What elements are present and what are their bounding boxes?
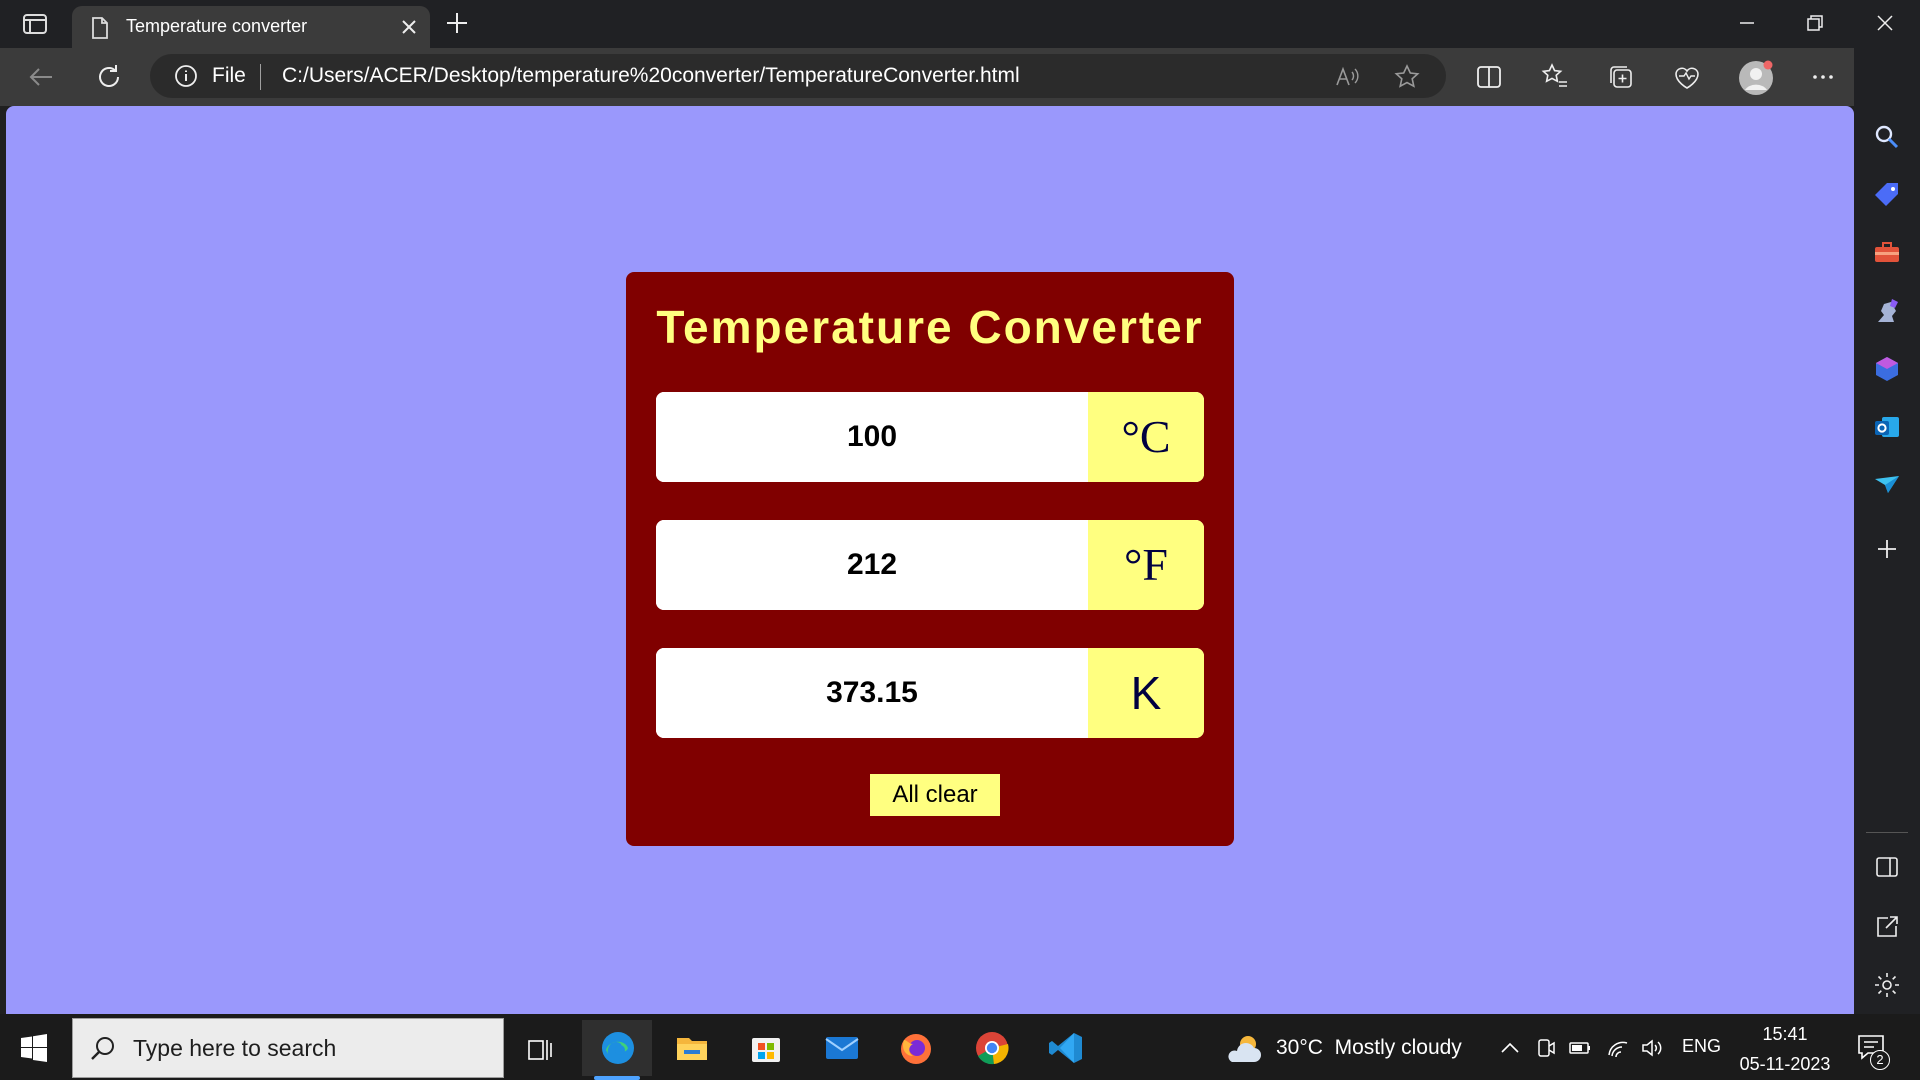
new-tab-icon[interactable] <box>444 10 470 36</box>
edge-sidebar <box>1854 48 1920 1014</box>
converter-panel: Temperature Converter °C °F K All clear <box>626 272 1234 846</box>
collections-icon[interactable] <box>1606 62 1636 92</box>
outlook-icon[interactable] <box>1872 412 1902 442</box>
all-clear-button[interactable]: All clear <box>870 774 1000 816</box>
celsius-input[interactable] <box>656 392 1088 482</box>
tab-actions-icon[interactable] <box>22 12 48 36</box>
search-icon[interactable] <box>1872 122 1902 152</box>
drop-icon[interactable] <box>1872 470 1902 500</box>
hide-sidebar-icon[interactable] <box>1872 852 1902 882</box>
close-tab-icon[interactable] <box>398 16 420 38</box>
clock-date[interactable]: 05-11-2023 <box>1730 1054 1840 1075</box>
close-window-icon[interactable] <box>1872 10 1898 36</box>
firefox-icon <box>901 1034 931 1064</box>
volume-icon[interactable] <box>1640 1036 1664 1060</box>
battery-icon[interactable] <box>1568 1036 1592 1060</box>
page-title: Temperature Converter <box>656 301 1204 353</box>
taskbar-app-microsoft-store[interactable] <box>730 1020 800 1076</box>
microsoft-store-icon <box>752 1038 780 1062</box>
page-file-icon <box>92 17 108 39</box>
weather-widget[interactable]: 30°C Mostly cloudy <box>1224 1032 1474 1066</box>
refresh-icon[interactable] <box>94 62 124 92</box>
split-screen-icon[interactable] <box>1474 62 1504 92</box>
show-hidden-icons-icon[interactable] <box>1498 1036 1522 1060</box>
open-external-icon[interactable] <box>1872 912 1902 942</box>
taskbar-app-firefox[interactable] <box>880 1020 950 1076</box>
celsius-unit-label: °C <box>1088 392 1204 482</box>
browser-essentials-icon[interactable] <box>1672 62 1702 92</box>
shopping-tag-icon[interactable] <box>1872 180 1902 210</box>
celsius-row: °C <box>656 392 1204 482</box>
task-view-icon[interactable] <box>526 1036 554 1064</box>
meet-now-icon[interactable] <box>1534 1036 1558 1060</box>
kelvin-input[interactable] <box>656 648 1088 738</box>
read-aloud-icon[interactable] <box>1334 64 1360 90</box>
address-separator <box>260 64 261 90</box>
address-scheme-label: File <box>212 64 246 87</box>
kelvin-unit-label: K <box>1088 648 1204 738</box>
search-icon <box>91 1037 114 1060</box>
add-favorite-icon[interactable] <box>1394 64 1420 90</box>
kelvin-row: K <box>656 648 1204 738</box>
taskbar-app-mail[interactable] <box>806 1020 876 1076</box>
mail-icon <box>825 1037 859 1059</box>
tools-icon[interactable] <box>1872 238 1902 268</box>
favorites-icon[interactable] <box>1540 62 1570 92</box>
fahrenheit-row: °F <box>656 520 1204 610</box>
microsoft-365-icon[interactable] <box>1872 354 1902 384</box>
file-explorer-icon <box>677 1038 707 1060</box>
address-bar[interactable]: File C:/Users/ACER/Desktop/temperature%2… <box>150 54 1446 98</box>
taskbar-app-file-explorer[interactable] <box>656 1020 726 1076</box>
sidebar-settings-icon[interactable] <box>1872 970 1902 1000</box>
wifi-icon[interactable] <box>1606 1036 1630 1060</box>
settings-more-icon[interactable] <box>1808 62 1838 92</box>
active-app-indicator <box>594 1076 640 1080</box>
address-url[interactable]: C:/Users/ACER/Desktop/temperature%20conv… <box>282 64 1020 88</box>
search-placeholder: Type here to search <box>133 1035 337 1061</box>
site-info-icon[interactable] <box>174 64 198 88</box>
sidebar-divider <box>1866 832 1908 833</box>
add-sidebar-app-icon[interactable] <box>1872 534 1902 564</box>
page-viewport: Temperature Converter °C °F K All clear <box>6 106 1854 1014</box>
back-icon[interactable] <box>26 62 56 92</box>
clock-time[interactable]: 15:41 <box>1740 1024 1830 1045</box>
partly-cloudy-icon <box>1228 1036 1261 1062</box>
fahrenheit-unit-label: °F <box>1088 520 1204 610</box>
taskbar-app-vscode[interactable] <box>1030 1020 1100 1076</box>
vscode-icon <box>1049 1033 1082 1063</box>
tab-temperature-converter[interactable]: Temperature converter <box>72 6 430 48</box>
profile-avatar-icon[interactable] <box>1738 60 1774 96</box>
weather-condition: Mostly cloudy <box>1334 1036 1462 1059</box>
windows-start-icon[interactable] <box>20 1034 48 1062</box>
taskbar-search-box[interactable]: Type here to search <box>72 1018 504 1078</box>
notification-count-badge: 2 <box>1870 1050 1890 1070</box>
taskbar-app-edge[interactable] <box>582 1020 652 1080</box>
games-icon[interactable] <box>1872 296 1902 326</box>
windows-taskbar: Type here to search 30°C Mostly cloudy E… <box>0 1014 1920 1080</box>
minimize-icon[interactable] <box>1734 10 1760 36</box>
restore-icon[interactable] <box>1802 10 1828 36</box>
browser-titlebar: Temperature converter <box>0 0 1920 48</box>
edge-icon <box>602 1032 634 1064</box>
chrome-icon <box>976 1032 1009 1065</box>
taskbar-app-chrome[interactable] <box>956 1020 1026 1076</box>
tab-title: Temperature converter <box>126 16 308 36</box>
weather-text: 30°C Mostly cloudy <box>1276 1036 1462 1060</box>
fahrenheit-input[interactable] <box>656 520 1088 610</box>
weather-temp: 30°C <box>1276 1036 1323 1059</box>
browser-toolbar: File C:/Users/ACER/Desktop/temperature%2… <box>0 48 1920 106</box>
input-language[interactable]: ENG <box>1682 1036 1721 1057</box>
